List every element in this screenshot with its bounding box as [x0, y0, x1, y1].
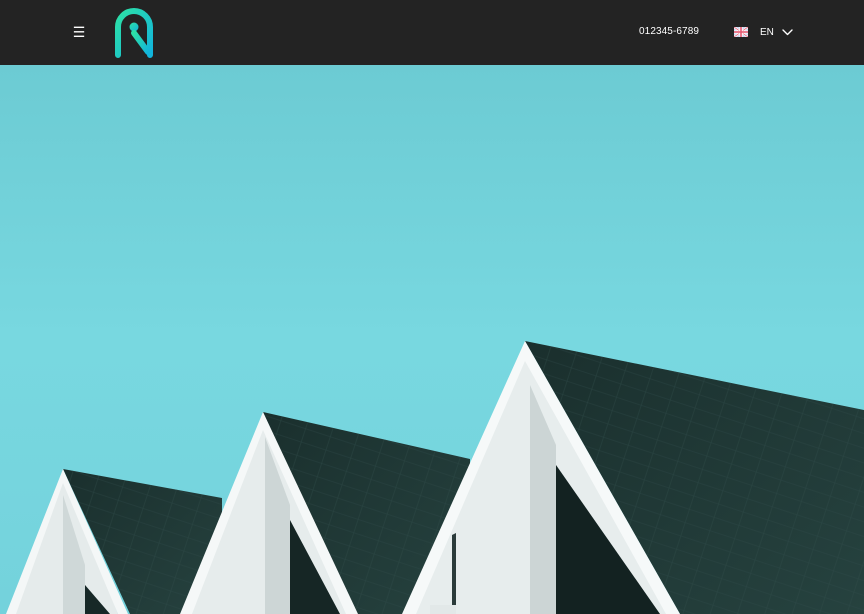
- hero-section: [0, 65, 864, 614]
- uk-flag-icon: [734, 27, 748, 37]
- rooftops-photo: [0, 65, 864, 614]
- chevron-down-icon: [782, 28, 793, 35]
- brand-logo-icon: [115, 8, 153, 58]
- phone-number-link[interactable]: 012345-6789: [639, 25, 699, 39]
- site-header: ☰ 012345-6789 EN: [0, 0, 864, 65]
- brand-logo[interactable]: [112, 8, 156, 58]
- hamburger-icon: ☰: [72, 24, 86, 40]
- hamburger-menu-button[interactable]: ☰: [70, 22, 88, 42]
- language-label: EN: [760, 26, 774, 38]
- language-selector[interactable]: EN: [734, 23, 793, 41]
- page: ☰ 012345-6789 EN: [0, 0, 864, 614]
